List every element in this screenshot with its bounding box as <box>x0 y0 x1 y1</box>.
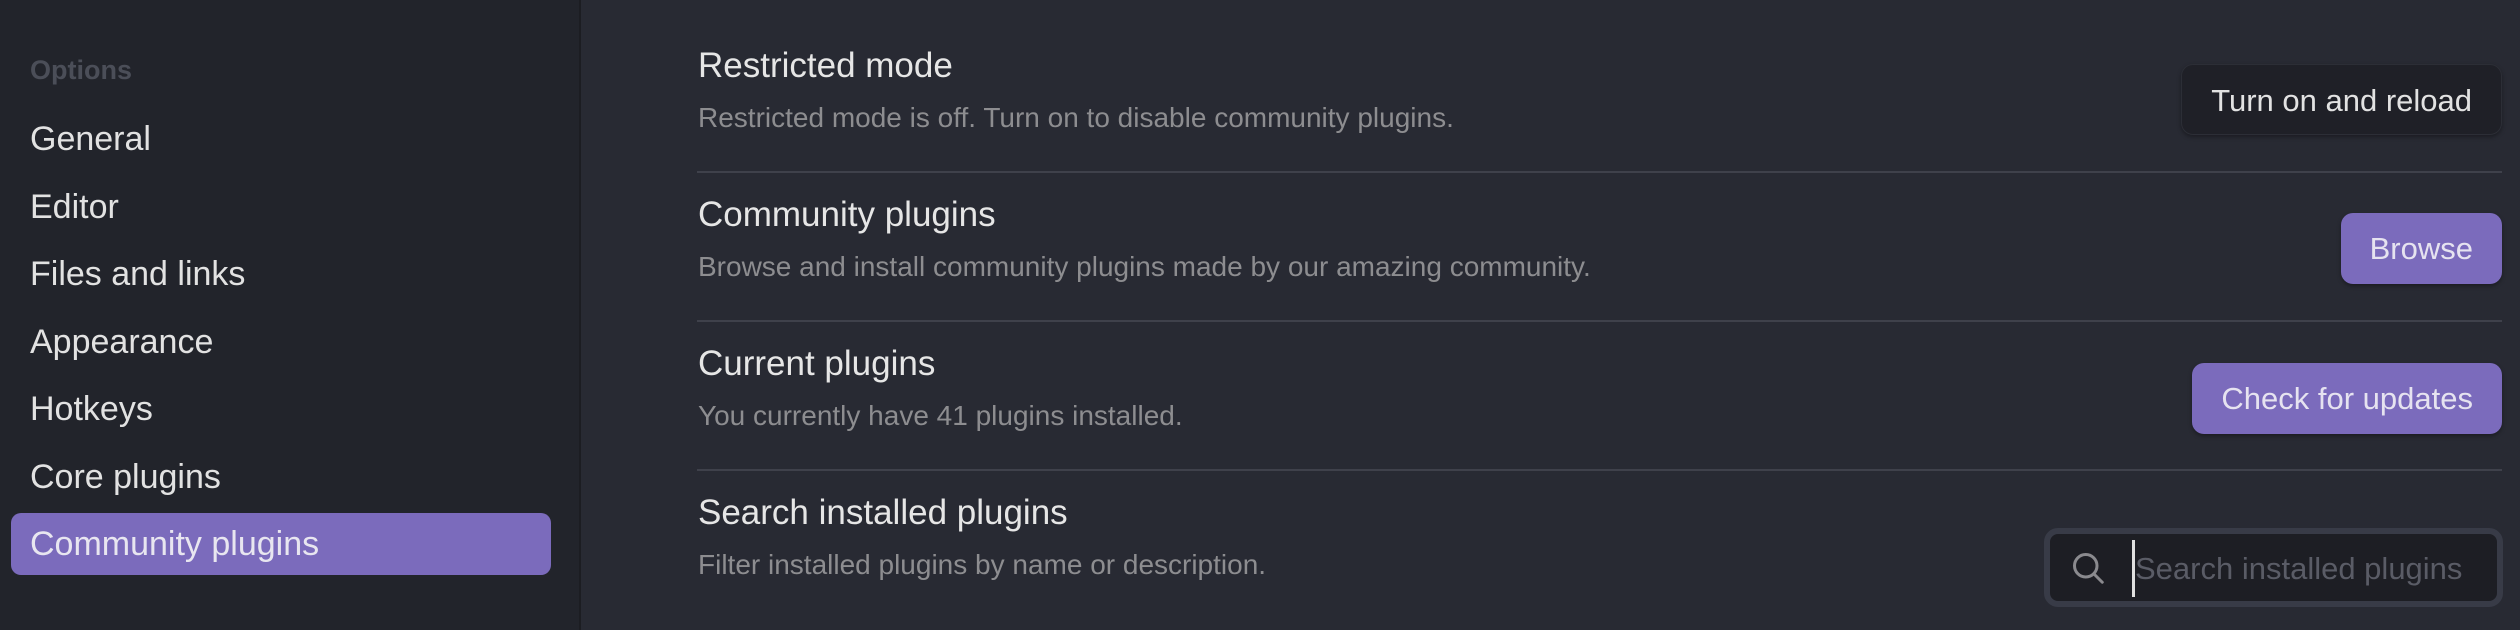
sidebar-item-hotkeys[interactable]: Hotkeys <box>11 378 551 440</box>
sidebar-item-core-plugins[interactable]: Core plugins <box>11 446 551 508</box>
search-installed-plugins-input[interactable] <box>2132 540 2487 597</box>
settings-content: Restricted mode Restricted mode is off. … <box>581 0 2520 630</box>
check-for-updates-button[interactable]: Check for updates <box>2192 363 2502 434</box>
setting-description: Restricted mode is off. Turn on to disab… <box>698 102 1454 133</box>
sidebar-item-general[interactable]: General <box>11 108 551 170</box>
browse-button[interactable]: Browse <box>2340 213 2502 284</box>
setting-current-plugins: Current plugins You currently have 41 pl… <box>697 322 2502 471</box>
sidebar-heading: Options <box>30 55 132 85</box>
sidebar-item-appearance[interactable]: Appearance <box>11 311 551 373</box>
setting-restricted-mode: Restricted mode Restricted mode is off. … <box>697 24 2502 173</box>
turn-on-and-reload-button[interactable]: Turn on and reload <box>2181 64 2502 135</box>
setting-name: Community plugins <box>698 195 996 234</box>
setting-name: Search installed plugins <box>698 493 1068 532</box>
search-field[interactable] <box>2044 528 2503 607</box>
setting-name: Restricted mode <box>698 46 953 85</box>
settings-sidebar: Options General Editor Files and links A… <box>0 0 581 630</box>
setting-description: You currently have 41 plugins installed. <box>698 400 1183 431</box>
setting-description: Filter installed plugins by name or desc… <box>698 549 1267 580</box>
setting-community-plugins: Community plugins Browse and install com… <box>697 173 2502 322</box>
setting-name: Current plugins <box>698 344 936 383</box>
search-icon <box>2073 553 2104 584</box>
sidebar-item-community-plugins[interactable]: Community plugins <box>11 513 551 575</box>
setting-description: Browse and install community plugins mad… <box>698 251 1591 282</box>
sidebar-item-files-and-links[interactable]: Files and links <box>11 243 551 305</box>
setting-search-plugins: Search installed plugins Filter installe… <box>697 471 2503 630</box>
sidebar-item-editor[interactable]: Editor <box>11 176 551 238</box>
